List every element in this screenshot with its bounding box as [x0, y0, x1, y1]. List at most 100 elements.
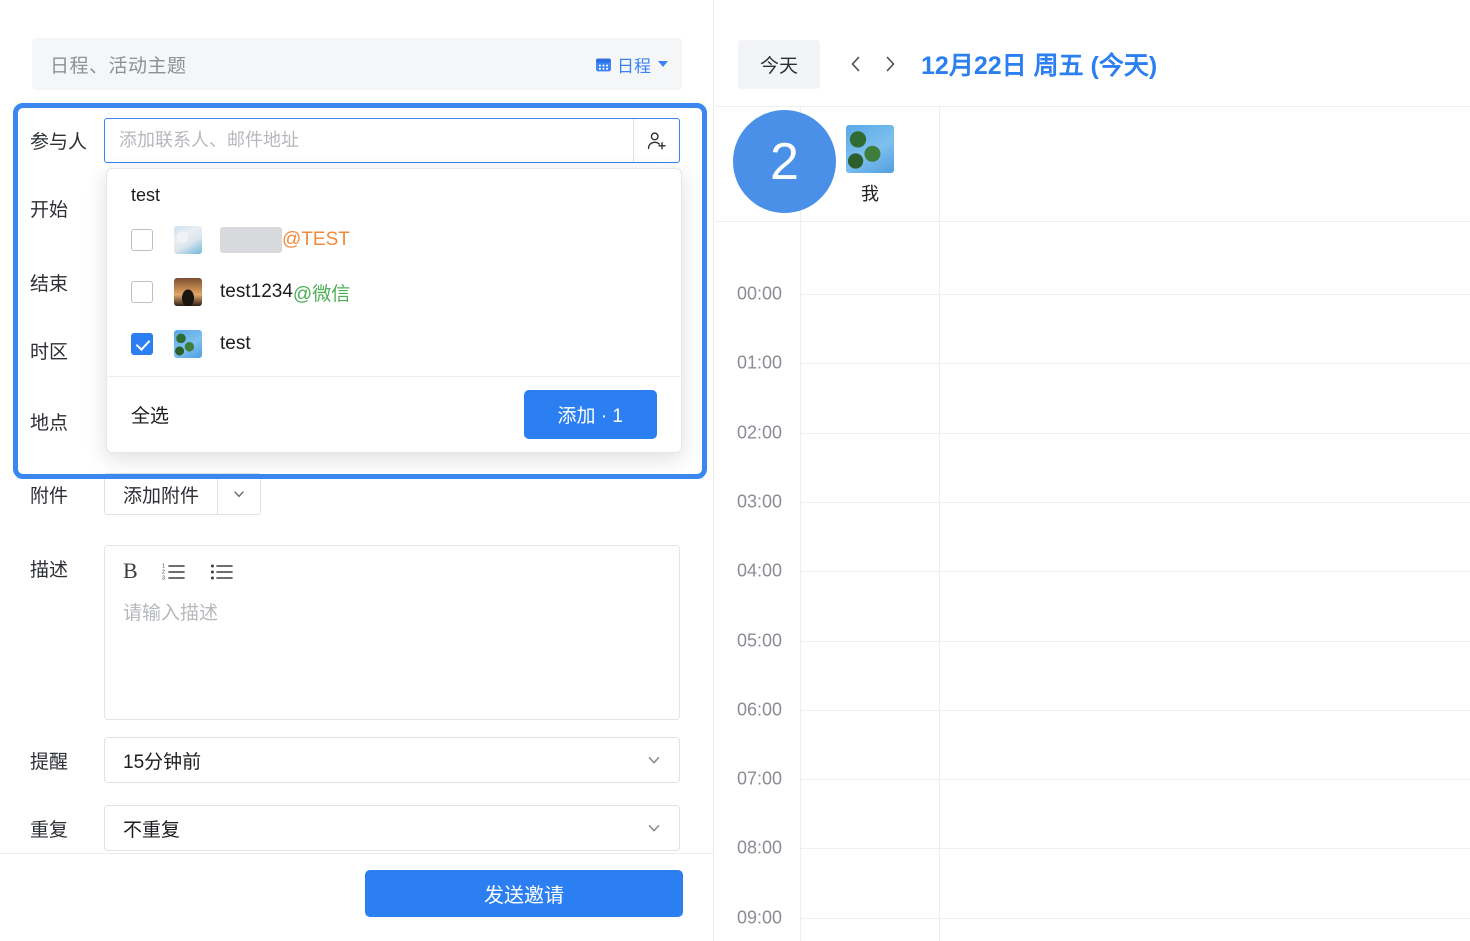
contact-checkbox[interactable] — [131, 333, 153, 355]
reminder-value: 15分钟前 — [123, 751, 202, 773]
redacted-name-block — [220, 227, 282, 253]
hour-label: 08:00 — [737, 837, 783, 858]
avatar — [174, 278, 202, 306]
contact-name-text: test1234 — [220, 281, 293, 302]
start-label: 开始 — [30, 200, 69, 221]
add-contact-button[interactable] — [633, 119, 679, 162]
hour-gridline — [800, 917, 1470, 919]
location-row: 地点 — [30, 408, 104, 435]
suggestion-footer: 全选 添加 · 1 — [107, 376, 681, 452]
hour-gridline — [800, 571, 1470, 573]
hour-gridline — [800, 848, 1470, 850]
chevron-down-icon — [234, 491, 244, 498]
chevron-down-icon — [658, 61, 668, 67]
hour-gridline — [800, 432, 1470, 434]
contact-name: test1234 @微信 — [220, 279, 350, 306]
repeat-value: 不重复 — [123, 819, 181, 841]
day-calendar-panel: 今天 12月22日 周五 (今天) 我 2 00:00 01:00 02:00 … — [715, 0, 1470, 941]
repeat-row: 重复 不重复 — [30, 805, 680, 851]
participants-row: 参与人 — [30, 118, 690, 163]
hour-gridline — [800, 640, 1470, 642]
calendar-type-selector[interactable]: 日程 — [595, 52, 668, 77]
contact-suggestion-dropdown: test @TEST test1234 @微信 test 全选 添加 · 1 — [106, 168, 682, 453]
calendar-header: 今天 12月22日 周五 (今天) — [715, 36, 1157, 92]
send-invite-button[interactable]: 发送邀请 — [365, 870, 683, 917]
annotation-step-badge: 2 — [733, 110, 836, 213]
avatar — [846, 124, 894, 173]
repeat-label: 重复 — [30, 819, 69, 841]
timezone-label: 时区 — [30, 342, 69, 363]
contact-domain: @微信 — [292, 283, 351, 305]
svg-text:3: 3 — [162, 576, 165, 582]
hour-gridline — [800, 501, 1470, 503]
calendar-type-label: 日程 — [617, 56, 651, 76]
hour-label: 02:00 — [737, 422, 783, 443]
select-all-button[interactable]: 全选 — [131, 401, 169, 428]
description-label: 描述 — [30, 560, 69, 581]
avatar — [174, 226, 202, 254]
attachment-label: 附件 — [30, 485, 69, 507]
next-day-button[interactable] — [873, 47, 907, 81]
hour-gridline — [800, 294, 1470, 295]
contact-name: test — [220, 333, 251, 355]
reminder-select[interactable]: 15分钟前 — [104, 737, 680, 783]
today-button[interactable]: 今天 — [738, 39, 821, 89]
chevron-down-icon — [648, 756, 660, 764]
participants-label: 参与人 — [30, 132, 88, 153]
chevron-down-icon — [648, 824, 660, 832]
attachment-dropdown-button[interactable] — [217, 473, 262, 515]
avatar — [174, 330, 202, 358]
contact-domain: @TEST — [282, 229, 350, 250]
footer-actions: 发送邀请 — [30, 870, 690, 917]
ordered-list-icon[interactable]: 1 2 3 — [162, 561, 186, 581]
list-item[interactable]: test — [107, 318, 681, 370]
end-row: 结束 — [30, 269, 104, 296]
contact-checkbox[interactable] — [131, 281, 153, 303]
hour-gridline — [800, 363, 1470, 365]
timezone-row: 时区 — [30, 337, 104, 364]
calendar-icon — [596, 58, 611, 71]
hour-gridline — [800, 779, 1470, 781]
unordered-list-icon[interactable] — [210, 561, 234, 581]
person-add-icon — [647, 131, 666, 149]
contact-checkbox[interactable] — [131, 229, 153, 251]
hour-label: 05:00 — [737, 630, 783, 650]
list-item[interactable]: @TEST — [107, 214, 681, 266]
column-divider — [939, 222, 940, 941]
add-attachment-button[interactable]: 添加附件 — [104, 473, 218, 515]
location-label: 地点 — [30, 413, 69, 434]
chevron-right-icon — [886, 56, 895, 72]
event-title-placeholder: 日程、活动主题 — [50, 55, 187, 77]
repeat-select[interactable]: 不重复 — [104, 805, 680, 851]
add-selected-button[interactable]: 添加 · 1 — [523, 390, 657, 439]
description-row: 描述 B 1 2 3 请输入描述 — [30, 545, 680, 720]
participants-input[interactable] — [105, 119, 633, 162]
calendar-date-title: 12月22日 周五 (今天) — [921, 52, 1158, 80]
contact-name-text: test — [220, 333, 251, 354]
description-toolbar: B 1 2 3 — [105, 546, 679, 582]
hour-label: 00:00 — [737, 283, 783, 304]
participants-field[interactable] — [104, 118, 680, 163]
start-row: 开始 — [30, 195, 104, 222]
chevron-left-icon — [851, 56, 860, 72]
gutter-divider — [800, 222, 801, 941]
suggestion-group-label: test — [131, 185, 161, 205]
hour-label: 06:00 — [737, 699, 783, 720]
end-label: 结束 — [30, 274, 69, 295]
bold-icon[interactable]: B — [123, 560, 138, 582]
event-title-row[interactable]: 日程、活动主题 日程 — [32, 38, 682, 90]
calendar-person-label: 我 — [861, 183, 879, 204]
list-item[interactable]: test1234 @微信 — [107, 266, 681, 318]
prev-day-button[interactable] — [839, 47, 873, 81]
app-window: 日程、活动主题 日程 参与人 添加联系人、邮件地址 开始 结束 时区 地点 附件… — [0, 0, 1470, 941]
attachment-row: 附件 添加附件 — [30, 473, 262, 515]
description-editor[interactable]: B 1 2 3 请输入描述 — [104, 545, 680, 720]
attachment-split-button: 添加附件 — [104, 473, 262, 515]
reminder-row: 提醒 15分钟前 — [30, 737, 680, 783]
hour-label: 03:00 — [737, 491, 783, 512]
description-placeholder: 请输入描述 — [123, 603, 219, 624]
hour-label: 04:00 — [737, 560, 783, 581]
footer-divider — [0, 853, 714, 854]
calendar-time-grid[interactable]: 00:00 01:00 02:00 03:00 04:00 05:00 06:00 07:00… — [715, 222, 1470, 941]
suggestion-list: @TEST test1234 @微信 test — [107, 214, 681, 376]
